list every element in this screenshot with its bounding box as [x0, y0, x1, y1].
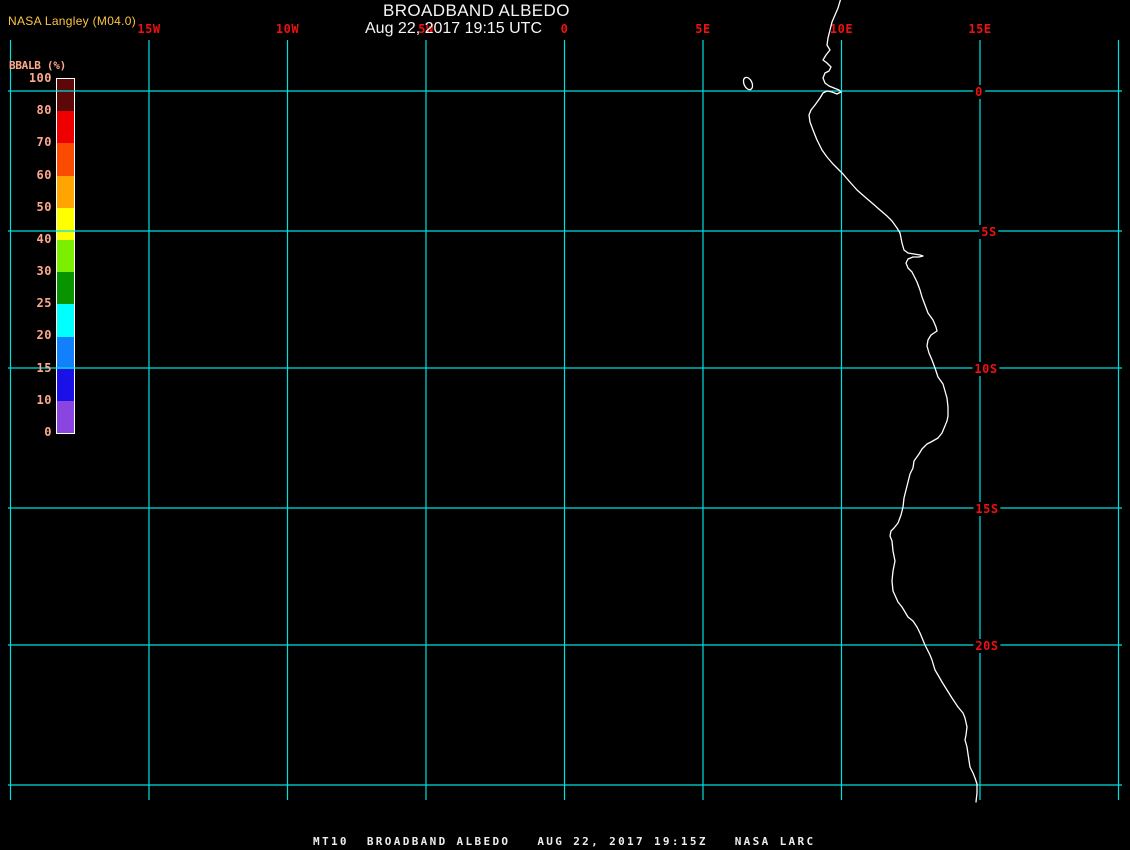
colorbar-tick-100: 100 [28, 71, 52, 85]
latitude-label-0: 0 [973, 84, 985, 99]
colorbar-tick-80: 80 [36, 103, 52, 118]
colorbar-segment-1 [57, 111, 74, 144]
colorbar-segment-10 [57, 400, 74, 434]
longitude-label-15W: 15W [137, 22, 161, 36]
latitude-label-15S: 15S [973, 501, 1001, 516]
footer-caption: MT10 BROADBAND ALBEDO AUG 22, 2017 19:15… [313, 835, 816, 848]
colorbar-segment-4 [57, 207, 74, 240]
latitude-label-5S: 5S [979, 224, 999, 239]
colorbar-tick-70: 70 [36, 135, 52, 150]
colorbar-segment-8 [57, 336, 74, 369]
latitude-label-20S: 20S [973, 638, 1001, 653]
colorbar-segment-6 [57, 272, 74, 305]
longitude-label-10W: 10W [275, 22, 300, 36]
colorbar-segment-0 [57, 79, 74, 112]
colorbar-tick-20: 20 [36, 328, 52, 343]
coastline [808, 0, 978, 803]
colorbar-tick-25: 25 [36, 296, 52, 311]
longitude-label-5E: 5E [695, 22, 711, 36]
colorbar-ticks: 100 80 70 60 50 40 30 25 20 15 10 0 [0, 71, 52, 439]
colorbar-tick-40: 40 [36, 231, 52, 246]
map-subtitle: Aug 22, 2017 19:15 UTC [365, 20, 543, 37]
colorbar-segment-7 [57, 304, 74, 337]
colorbar-bar [56, 78, 75, 434]
colorbar-tick-0: 0 [44, 425, 52, 439]
colorbar-tick-60: 60 [36, 167, 52, 182]
colorbar-segment-3 [57, 175, 74, 208]
albedo-map-viewport: NASA Langley (M04.0) BROADBAND ALBEDO Au… [0, 0, 1130, 850]
colorbar-segment-2 [57, 143, 74, 176]
longitude-label-10E: 10E [829, 22, 854, 36]
colorbar-tick-10: 10 [36, 392, 52, 407]
island-outline [742, 76, 754, 91]
longitude-label-15E: 15E [968, 22, 992, 36]
latitude-label-10S: 10S [972, 361, 1000, 376]
top-axis-labels: 15W 10W 5W 0 5E 10E 15E [0, 0, 1130, 850]
right-axis-labels: 0 5S 10S 15S 20S [0, 0, 1130, 850]
colorbar-tick-30: 30 [36, 264, 52, 279]
colorbar-tick-15: 15 [36, 360, 52, 375]
map-grid-svg [8, 0, 1122, 803]
colorbar-segment-9 [57, 368, 74, 401]
longitude-label-0: 0 [560, 22, 569, 36]
colorbar-segment-5 [57, 239, 74, 273]
map-title: BROADBAND ALBEDO [383, 1, 570, 20]
colorbar-tick-50: 50 [36, 199, 52, 214]
nasa-credit: NASA Langley (M04.0) [8, 14, 137, 28]
